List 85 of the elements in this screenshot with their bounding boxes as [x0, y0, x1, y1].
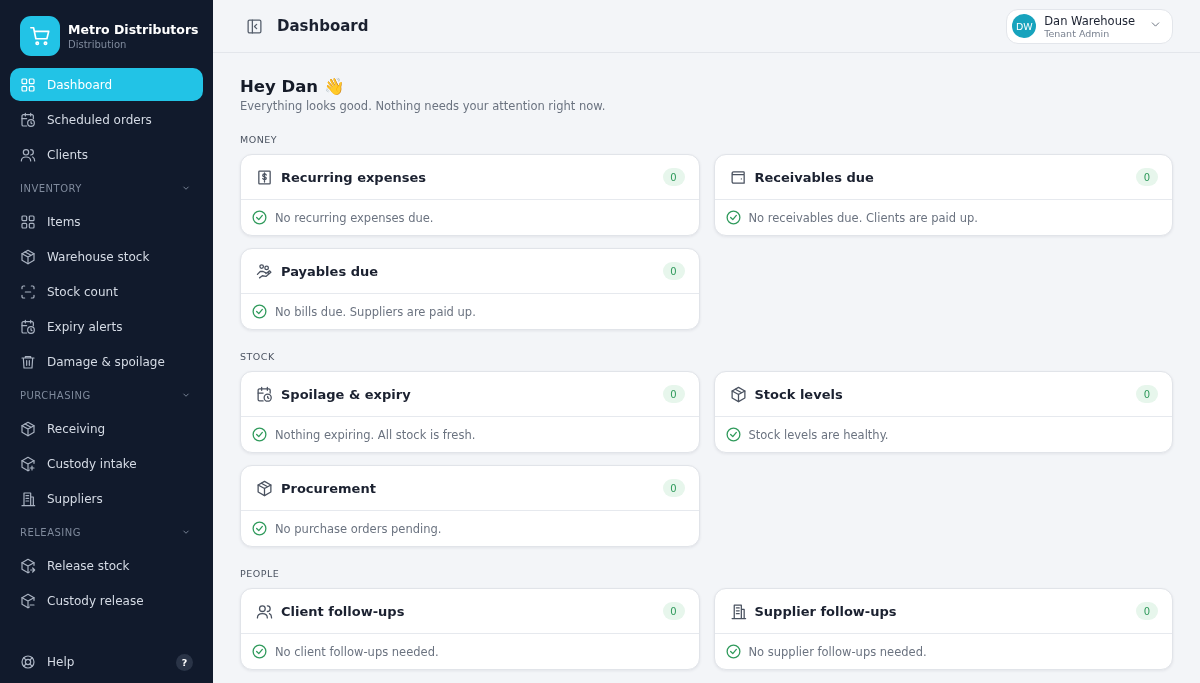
sidebar-item[interactable]: Receiving [10, 412, 203, 445]
sidebar-item[interactable]: Custody release [10, 584, 203, 617]
panel-collapse-icon [246, 17, 263, 35]
card-message: No bills due. Suppliers are paid up. [275, 304, 476, 319]
card-title: Spoilage & expiry [281, 386, 411, 402]
user-name: Dan Warehouse [1044, 13, 1135, 28]
section-toggle[interactable]: PURCHASING [10, 380, 203, 410]
card-title: Recurring expenses [281, 169, 427, 185]
user-menu[interactable]: DW Dan Warehouse Tenant Admin [1006, 8, 1173, 44]
box-minus-icon [20, 592, 36, 609]
users-icon [20, 146, 36, 163]
sidebar-toggle[interactable] [246, 17, 263, 35]
company-type: Distribution [68, 39, 128, 50]
check-circle-icon [724, 426, 742, 443]
box-arrow-icon [20, 557, 36, 574]
count-badge: 0 [1136, 602, 1158, 620]
wallet-icon [729, 168, 747, 186]
check-circle-icon [724, 643, 742, 660]
check-circle-icon [251, 426, 268, 443]
card-message: Nothing expiring. All stock is fresh. [275, 427, 476, 442]
count-badge: 0 [662, 602, 685, 620]
box-icon [729, 385, 747, 403]
company-name: Metro Distributors [68, 22, 199, 37]
count-badge: 0 [662, 479, 685, 497]
check-circle-icon [724, 209, 742, 226]
hand-coins-icon [256, 262, 273, 280]
check-circle-icon [251, 303, 268, 320]
sidebar-item[interactable]: Release stock [10, 549, 203, 582]
page-title: Dashboard [277, 17, 369, 35]
card-message: No purchase orders pending. [275, 521, 442, 536]
section-label: PEOPLE [240, 568, 281, 579]
sidebar-item[interactable]: Custody intake [10, 447, 203, 480]
greeting-subtitle: Everything looks good. Nothing needs your attention right now. [240, 99, 607, 113]
grid-icon [20, 76, 36, 93]
sidebar-item[interactable]: Expiry alerts [10, 310, 203, 343]
building-icon [20, 490, 36, 507]
box-plus-icon [20, 455, 36, 472]
calendar-clock-icon [20, 111, 36, 128]
card-message: Stock levels are healthy. [748, 427, 889, 442]
user-avatar: DW [1012, 14, 1037, 38]
card-message: No receivables due. Clients are paid up. [748, 210, 978, 225]
section-label: MONEY [240, 134, 279, 145]
sidebar-item[interactable]: Warehouse stock [10, 240, 203, 273]
section-toggle[interactable]: INVENTORY [10, 173, 203, 203]
check-circle-icon [251, 209, 268, 226]
sidebar-item[interactable]: Items [10, 205, 203, 238]
count-badge: 0 [1136, 385, 1158, 403]
card-message: No recurring expenses due. [275, 210, 434, 225]
card-message: No client follow-ups needed. [275, 644, 439, 659]
users-icon [256, 602, 273, 620]
dollar-receipt-icon [256, 168, 273, 186]
grid-icon [20, 213, 36, 230]
section-label: STOCK [240, 351, 276, 362]
sidebar-item[interactable]: Clients [10, 138, 203, 171]
box-icon [20, 420, 36, 437]
building-icon [729, 602, 747, 620]
calendar-clock-icon [256, 385, 273, 403]
box-icon [20, 248, 36, 265]
check-circle-icon [251, 520, 268, 537]
section-toggle[interactable]: RELEASING [10, 517, 203, 547]
card-title: Receivables due [754, 169, 874, 185]
trash-icon [20, 353, 36, 370]
scan-icon [20, 283, 36, 300]
greeting: Hey Dan 👋 [240, 77, 346, 96]
sidebar-item[interactable]: Scheduled orders [10, 103, 203, 136]
user-role: Tenant Admin [1044, 27, 1111, 39]
check-circle-icon [251, 643, 268, 660]
count-badge: 0 [662, 168, 685, 186]
count-badge: 0 [662, 262, 685, 280]
count-badge: 0 [1136, 168, 1158, 186]
sidebar-item[interactable]: Damage & spoilage [10, 345, 203, 378]
cart-icon [29, 25, 51, 47]
card-message: No supplier follow-ups needed. [748, 644, 927, 659]
help-badge: ? [176, 653, 193, 671]
card-title: Client follow-ups [281, 603, 405, 619]
card-title: Stock levels [754, 386, 843, 402]
box-icon [256, 479, 273, 497]
card-title: Procurement [281, 480, 376, 496]
card-title: Supplier follow-ups [754, 603, 897, 619]
card-title: Payables due [281, 263, 379, 279]
count-badge: 0 [662, 385, 685, 403]
calendar-clock-icon [20, 318, 36, 335]
help-link[interactable]: Help ? [10, 647, 203, 677]
sidebar-item[interactable]: Suppliers [10, 482, 203, 515]
sidebar-item[interactable]: Stock count [10, 275, 203, 308]
